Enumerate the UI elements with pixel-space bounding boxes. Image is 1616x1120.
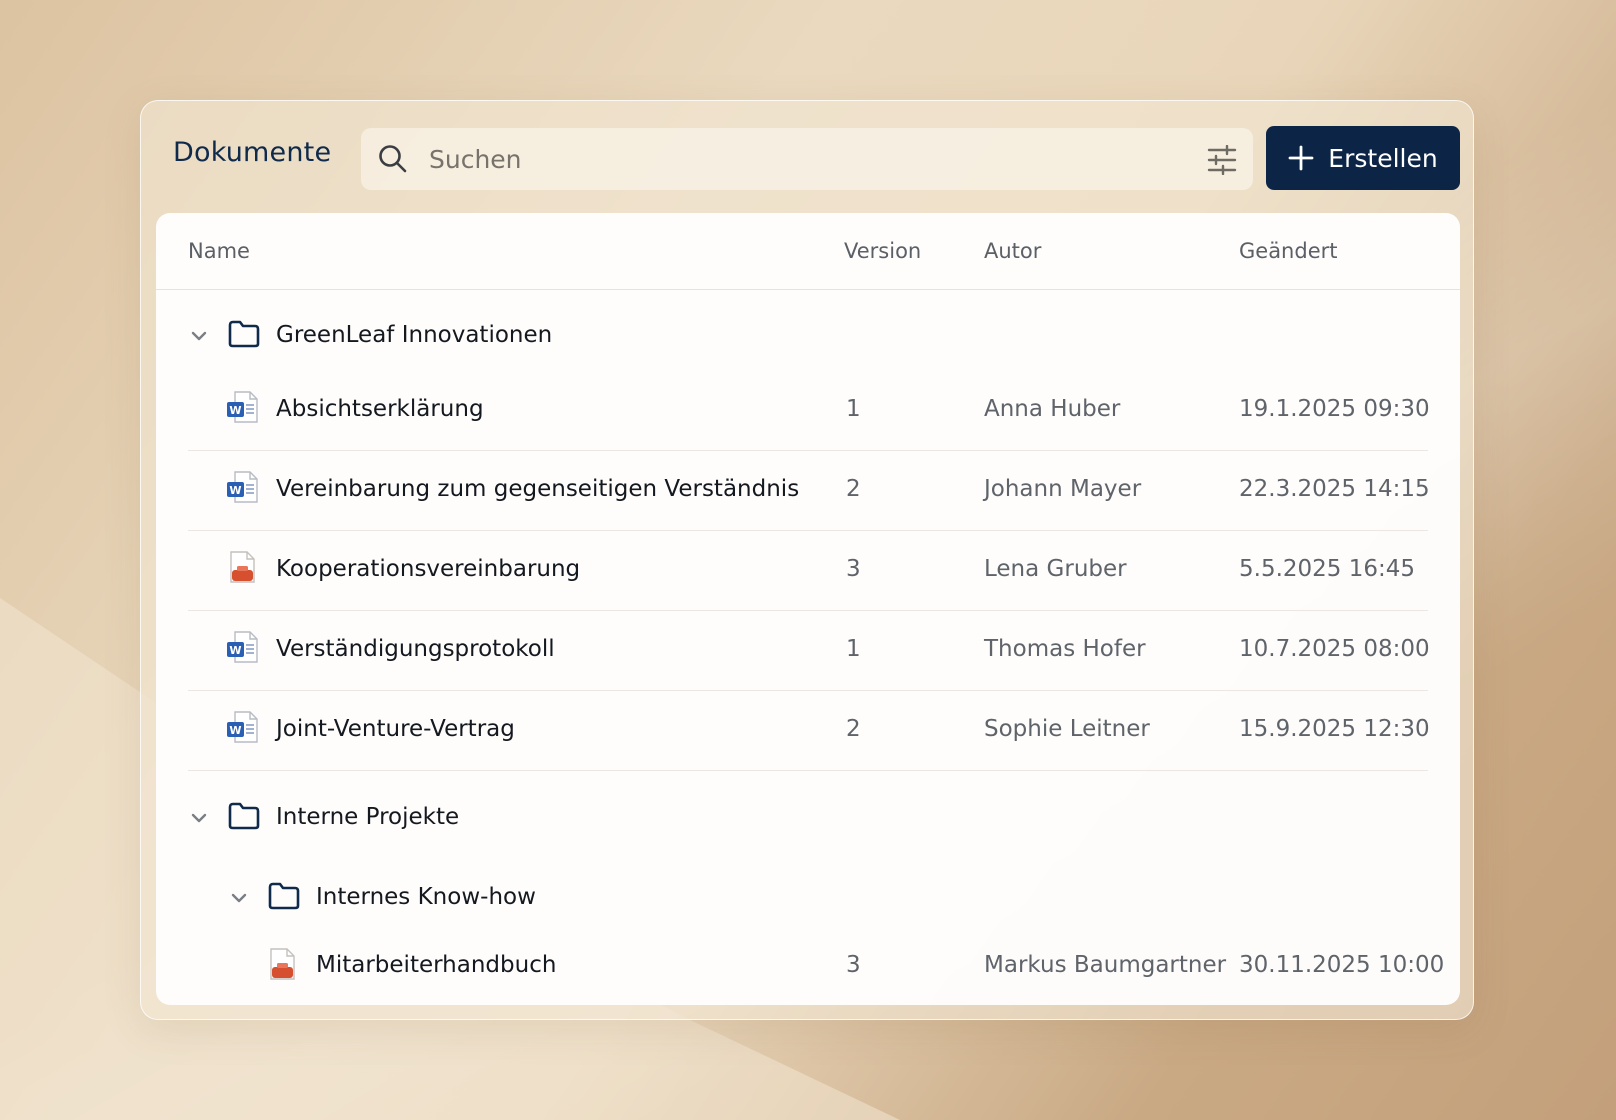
word-icon: W xyxy=(227,631,258,663)
pdf-icon xyxy=(270,948,295,980)
column-header-name[interactable]: Name xyxy=(188,239,250,263)
file-modified: 22.3.2025 14:15 xyxy=(1239,476,1430,502)
column-header-modified[interactable]: Geändert xyxy=(1239,239,1338,263)
column-header-author[interactable]: Autor xyxy=(984,239,1041,263)
file-modified: 10.7.2025 08:00 xyxy=(1239,636,1430,662)
svg-text:W: W xyxy=(229,644,241,657)
file-name: Absichtserklärung xyxy=(276,396,484,422)
file-version: 2 xyxy=(846,476,861,502)
word-icon: W xyxy=(227,471,258,503)
file-author: Johann Mayer xyxy=(984,476,1142,502)
folder-name: GreenLeaf Innovationen xyxy=(276,322,553,348)
folder-icon xyxy=(228,802,260,830)
row-divider xyxy=(188,610,1428,611)
folder-row[interactable]: Interne Projekte xyxy=(156,791,1460,849)
create-button[interactable]: Erstellen xyxy=(1266,126,1460,190)
create-button-label: Erstellen xyxy=(1328,143,1438,173)
subfolder-row[interactable]: Internes Know-how xyxy=(156,873,1460,931)
folder-icon xyxy=(268,882,300,910)
table-row[interactable]: W Joint-Venture-Vertrag 2 Sophie Leitner… xyxy=(156,693,1460,771)
table-row[interactable]: Kooperationsvereinbarung 3 Lena Gruber 5… xyxy=(156,533,1460,611)
file-modified: 5.5.2025 16:45 xyxy=(1239,556,1416,582)
file-modified: 30.11.2025 10:00 xyxy=(1239,952,1445,978)
file-author: Anna Huber xyxy=(984,396,1121,422)
subfolder-name: Internes Know-how xyxy=(316,884,536,910)
word-icon: W xyxy=(227,391,258,423)
file-modified: 19.1.2025 09:30 xyxy=(1239,396,1430,422)
file-author: Markus Baumgartner xyxy=(984,952,1227,978)
file-name: Kooperationsvereinbarung xyxy=(276,556,581,582)
table-row[interactable]: W Absichtserklärung 1 Anna Huber 19.1.20… xyxy=(156,373,1460,451)
file-version: 1 xyxy=(846,396,861,422)
file-modified: 15.9.2025 12:30 xyxy=(1239,716,1430,742)
table-row[interactable]: Mitarbeiterhandbuch 3 Markus Baumgartner… xyxy=(156,933,1460,1001)
file-name: Verständigungsprotokoll xyxy=(276,636,555,662)
file-name: Mitarbeiterhandbuch xyxy=(316,952,557,978)
file-version: 3 xyxy=(846,952,861,978)
row-divider xyxy=(188,770,1428,771)
documents-window: Dokumente Suchen Erstellen Name Version … xyxy=(140,100,1474,1020)
word-icon: W xyxy=(227,711,258,743)
svg-text:W: W xyxy=(229,724,241,737)
folder-row[interactable]: GreenLeaf Innovationen xyxy=(156,309,1460,367)
row-divider xyxy=(188,450,1428,451)
search-bar[interactable]: Suchen xyxy=(361,128,1253,190)
search-input[interactable]: Suchen xyxy=(429,145,522,174)
chevron-down-icon[interactable] xyxy=(230,889,248,907)
file-author: Sophie Leitner xyxy=(984,716,1150,742)
file-author: Lena Gruber xyxy=(984,556,1127,582)
search-icon xyxy=(379,145,407,173)
filter-sliders-icon[interactable] xyxy=(1207,145,1237,175)
folder-name: Interne Projekte xyxy=(276,804,460,830)
file-version: 3 xyxy=(846,556,861,582)
chevron-down-icon[interactable] xyxy=(190,327,208,345)
chevron-down-icon[interactable] xyxy=(190,809,208,827)
row-divider xyxy=(188,690,1428,691)
svg-text:W: W xyxy=(229,404,241,417)
file-name: Joint-Venture-Vertrag xyxy=(276,716,515,742)
table-header: Name Version Autor Geändert xyxy=(156,213,1460,290)
pdf-icon xyxy=(230,551,255,583)
svg-text:W: W xyxy=(229,484,241,497)
folder-icon xyxy=(228,320,260,348)
file-author: Thomas Hofer xyxy=(984,636,1146,662)
plus-icon xyxy=(1288,145,1314,171)
row-divider xyxy=(188,530,1428,531)
file-version: 2 xyxy=(846,716,861,742)
page-title: Dokumente xyxy=(173,137,332,168)
table-row[interactable]: W Vereinbarung zum gegenseitigen Verstän… xyxy=(156,453,1460,531)
table-row[interactable]: W Verständigungsprotokoll 1 Thomas Hofer… xyxy=(156,613,1460,691)
column-header-version[interactable]: Version xyxy=(844,239,921,263)
documents-table: Name Version Autor Geändert GreenLeaf In… xyxy=(156,213,1460,1005)
file-version: 1 xyxy=(846,636,861,662)
file-name: Vereinbarung zum gegenseitigen Verständn… xyxy=(276,476,800,502)
